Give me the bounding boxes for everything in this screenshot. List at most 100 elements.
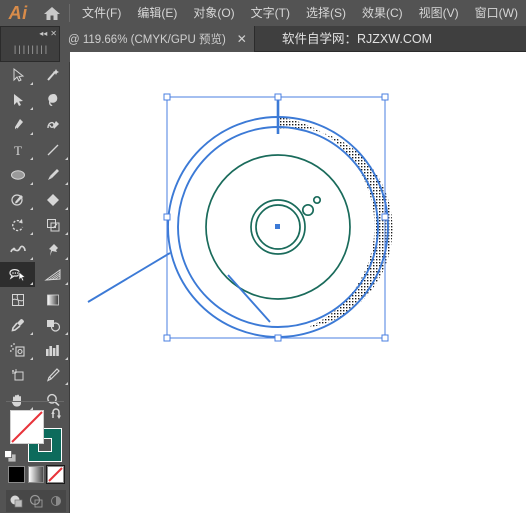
draw-behind-button[interactable] (29, 494, 43, 508)
shape-builder-icon (8, 268, 26, 281)
puppet-warp-tool[interactable] (35, 237, 70, 262)
rotate-icon (11, 218, 23, 231)
draw-normal-icon (10, 495, 23, 508)
type-tool[interactable]: T (0, 137, 35, 162)
draw-inside-button[interactable] (49, 494, 63, 508)
ellipse-tool[interactable] (0, 162, 35, 187)
floating-panel[interactable]: ◂◂ ✕ |||||||| (0, 26, 60, 62)
symbol-sprayer-icon (9, 342, 25, 357)
menu-bar: Ai 文件(F) 编辑(E) 对象(O) 文字(T) 选择(S) 效果(C) 视… (0, 0, 526, 26)
hand-icon (10, 394, 21, 407)
color-mode-button[interactable] (8, 466, 25, 483)
watermark-text: 软件自学网：RJZXW.COM (282, 32, 432, 46)
menu-object[interactable]: 对象(O) (185, 0, 242, 26)
shape-builder-tool[interactable] (0, 262, 35, 287)
paintbrush-tool[interactable] (35, 162, 70, 187)
curvature-tool[interactable] (35, 112, 70, 137)
gradient-tool[interactable] (35, 287, 70, 312)
line-segment-icon (47, 144, 58, 155)
pen-nib-icon (14, 118, 23, 130)
gradient-icon (46, 294, 59, 305)
handle-bottom-center (274, 334, 282, 342)
swap-fill-stroke-icon[interactable] (50, 408, 64, 425)
shaper-pencil-icon (10, 193, 23, 206)
svg-text:T: T (14, 143, 22, 158)
bar-graph-icon (45, 344, 59, 356)
collapse-icon[interactable]: ◂◂ (39, 29, 47, 38)
column-graph-tool[interactable] (35, 337, 70, 362)
center-anchor-point[interactable] (275, 224, 280, 229)
lasso-tool[interactable] (35, 87, 70, 112)
rotate-tool[interactable] (0, 212, 35, 237)
width-tool[interactable] (0, 237, 35, 262)
artboard-icon (11, 368, 23, 380)
none-mode-button[interactable] (46, 465, 65, 484)
handle-top-left (163, 93, 171, 101)
handle-bottom-left (163, 334, 171, 342)
eyedropper-tool[interactable] (0, 312, 35, 337)
slice-tool[interactable] (35, 362, 70, 387)
close-icon[interactable]: ✕ (50, 29, 57, 38)
home-icon[interactable] (36, 0, 67, 26)
menu-view[interactable]: 视图(V) (411, 0, 467, 26)
menu-file[interactable]: 文件(F) (74, 0, 129, 26)
document-tab-label: @ 119.66% (CMYK/GPU 预览) (68, 34, 226, 46)
document-tab[interactable]: @ 119.66% (CMYK/GPU 预览) ✕ (60, 26, 255, 52)
pushpin-icon (48, 243, 58, 256)
document-canvas[interactable] (70, 52, 526, 513)
paintbrush-icon (47, 168, 59, 180)
menu-select[interactable]: 选择(S) (298, 0, 354, 26)
line-segment-tool[interactable] (35, 137, 70, 162)
direct-selection-tool[interactable] (0, 87, 35, 112)
teal-bubble-large (301, 203, 315, 217)
close-icon[interactable]: ✕ (236, 33, 248, 45)
handle-middle-right (381, 213, 389, 221)
home-icon-glyph (43, 7, 60, 20)
menu-type[interactable]: 文字(T) (243, 0, 298, 26)
floating-panel-header: ◂◂ ✕ (1, 27, 59, 40)
pen-tool[interactable] (0, 112, 35, 137)
width-warp-icon (9, 245, 26, 252)
hand-tool[interactable] (0, 387, 35, 412)
magic-wand-icon (46, 68, 59, 81)
magnifier-icon (46, 393, 60, 406)
draw-mode-row (6, 490, 66, 512)
magic-wand-tool[interactable] (35, 62, 70, 87)
artboard-tool[interactable] (0, 362, 35, 387)
draw-behind-icon (29, 494, 43, 508)
fill-swatch[interactable] (10, 410, 44, 444)
blend-tool[interactable] (35, 312, 70, 337)
arrow-cursor-icon (13, 67, 24, 82)
color-mode-row (8, 465, 65, 486)
artwork-svg (87, 93, 393, 342)
blue-diagonal-line-right (227, 274, 271, 323)
app-logo: Ai (8, 2, 28, 23)
menu-effect[interactable]: 效果(C) (354, 0, 411, 26)
gradient-mode-button[interactable] (27, 466, 45, 483)
mesh-icon (11, 293, 24, 306)
shaper-tool[interactable] (0, 187, 35, 212)
panel-grip-icon[interactable]: |||||||| (1, 45, 59, 55)
toolbar-divider (6, 401, 64, 402)
teal-bubble-small (312, 195, 322, 205)
type-t-icon: T (14, 143, 22, 158)
none-slash-icon (11, 411, 43, 443)
perspective-grid-tool[interactable] (35, 262, 70, 287)
ellipse-icon (10, 169, 25, 180)
selection-tool[interactable] (0, 62, 35, 87)
curvature-pen-icon (46, 120, 59, 129)
scale-tool[interactable] (35, 212, 70, 237)
slice-knife-icon (46, 367, 60, 382)
mesh-tool[interactable] (0, 287, 35, 312)
handle-bottom-right (381, 334, 389, 342)
menu-edit[interactable]: 编辑(E) (129, 0, 185, 26)
draw-inside-icon (51, 496, 61, 506)
draw-normal-button[interactable] (9, 494, 23, 508)
default-fill-stroke-icon[interactable] (4, 450, 17, 463)
swap-arrow-icon (51, 408, 61, 419)
eraser-tool[interactable] (35, 187, 70, 212)
none-slash-icon (48, 467, 64, 482)
symbol-sprayer-tool[interactable] (0, 337, 35, 362)
eyedropper-icon (10, 318, 24, 332)
menu-window[interactable]: 窗口(W) (467, 0, 526, 26)
